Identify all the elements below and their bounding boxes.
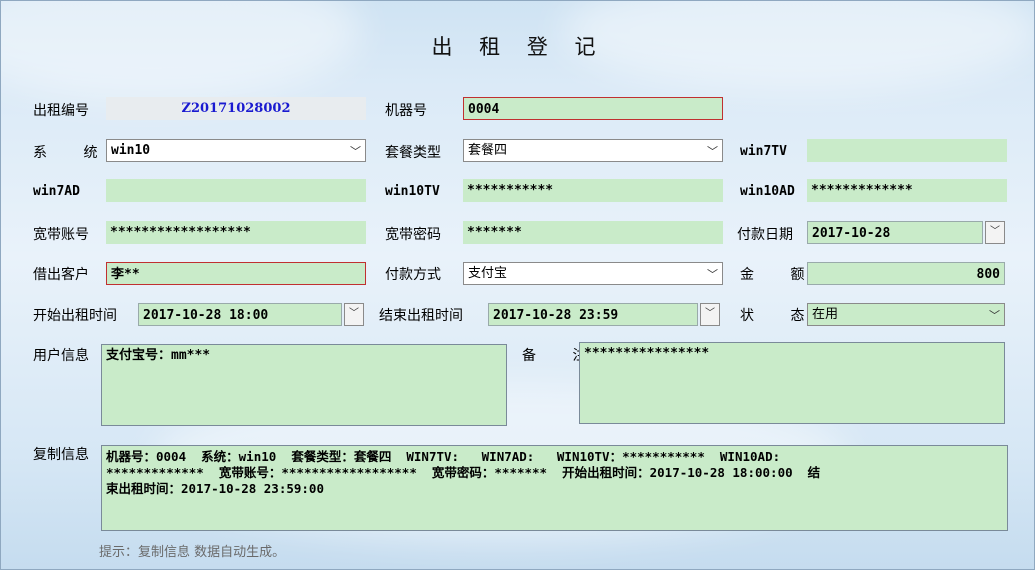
customer-label: 借出客户 [33,267,89,283]
chevron-down-icon: ﹀ [989,309,1000,322]
payment-method-select[interactable]: 支付宝 ﹀ [463,262,723,285]
customer-input[interactable]: 李** [106,262,366,285]
broadband-password-input[interactable]: ******* [463,221,723,244]
end-time-input[interactable]: 2017-10-28 23:59 [488,303,698,326]
system-label: 系 统 [33,145,114,161]
date-picker-button[interactable]: ﹀ [344,303,364,326]
machine-no-input[interactable]: 0004 [463,97,723,120]
chevron-down-icon: ﹀ [707,145,718,158]
broadband-account-input[interactable]: ****************** [106,221,366,244]
hint-text: 提示：复制信息 数据自动生成。 [99,545,286,560]
package-type-select-value: 套餐四 [468,143,508,158]
chevron-down-icon: ﹀ [350,145,361,158]
start-time-input[interactable]: 2017-10-28 18:00 [138,303,342,326]
broadband-account-label: 宽带账号 [33,227,89,243]
status-select-value: 在用 [812,307,839,322]
package-type-label: 套餐类型 [385,145,441,161]
status-select[interactable]: 在用 ﹀ [807,303,1005,326]
page-title: 出 租 登 记 [431,35,606,59]
win7tv-input[interactable] [807,139,1007,162]
user-info-textarea[interactable]: 支付宝号：mm*** [101,344,507,426]
package-type-select[interactable]: 套餐四 ﹀ [463,139,723,162]
win7ad-label: win7AD [33,184,80,199]
remark-textarea[interactable]: **************** [579,342,1005,424]
payment-date-input[interactable]: 2017-10-28 [807,221,983,244]
chevron-down-icon: ﹀ [707,268,718,281]
win10tv-label: win10TV [385,184,440,199]
amount-input[interactable]: 800 [807,262,1005,285]
win10ad-label: win10AD [740,184,795,199]
date-picker-button[interactable]: ﹀ [700,303,720,326]
machine-no-label: 机器号 [385,103,427,119]
win7tv-label: win7TV [740,144,787,159]
date-picker-button[interactable]: ﹀ [985,221,1005,244]
broadband-password-label: 宽带密码 [385,227,441,243]
payment-method-select-value: 支付宝 [468,266,508,281]
copy-info-textarea[interactable]: 机器号：0004 系统：win10 套餐类型：套餐四 WIN7TV: WIN7A… [101,445,1008,531]
win7ad-input[interactable] [106,179,366,202]
rental-registration-window: 出 租 登 记 出租编号 Z20171028002 机器号 0004 系 统 w… [0,0,1035,570]
payment-date-label: 付款日期 [737,227,793,243]
win10tv-input[interactable]: *********** [463,179,723,202]
rental-no-label: 出租编号 [33,103,89,119]
rental-no-field: Z20171028002 [106,97,366,120]
system-select-value: win10 [111,143,151,158]
copy-info-label: 复制信息 [33,447,89,463]
user-info-label: 用户信息 [33,348,89,364]
payment-method-label: 付款方式 [385,267,441,283]
system-select[interactable]: win10 ﹀ [106,139,366,162]
end-time-label: 结束出租时间 [379,308,463,324]
start-time-label: 开始出租时间 [33,308,117,324]
win10ad-input[interactable]: ************* [807,179,1007,202]
